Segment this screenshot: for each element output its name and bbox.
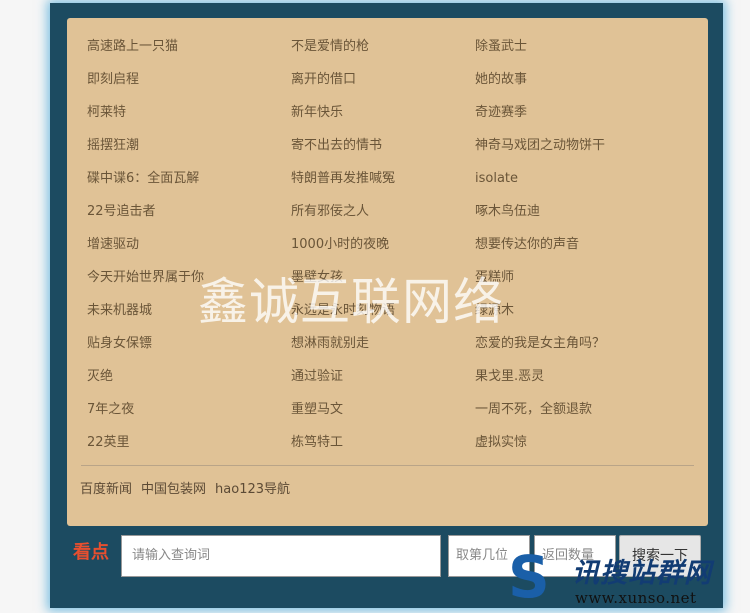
logo-name: 讯搜站群网 [572, 558, 712, 589]
site-logo: S 讯搜站群网 www.xunso.net [500, 545, 750, 613]
results-panel: 高速路上一只猫 不是爱情的枪 除蚤武士即刻启程 离开的借口 她的故事柯莱特 新年快乐 奇迹赛… [67, 18, 708, 526]
keyword-link[interactable]: 一周不死，全额退款 [475, 398, 655, 431]
keyword-link[interactable]: 22英里 [87, 431, 291, 464]
footer-link-packaging[interactable]: 中国包装网 [141, 479, 206, 501]
keyword-link[interactable]: isolate [475, 167, 655, 200]
keyword-link[interactable]: 果戈里.恶灵 [475, 365, 655, 398]
keyword-link[interactable]: 贴身女保镖 [87, 332, 291, 365]
divider [81, 465, 694, 466]
keyword-link[interactable]: 所有邪佞之人 [291, 200, 475, 233]
keyword-link[interactable]: 寄不出去的情书 [291, 134, 475, 167]
keyword-link[interactable]: 碟中谍6：全面瓦解 [87, 167, 291, 200]
keyword-link[interactable]: 她的故事 [475, 68, 655, 101]
footer-links: 百度新闻 中国包装网 hao123导航 [80, 479, 290, 501]
keyword-link[interactable]: 离开的借口 [291, 68, 475, 101]
keyword-link[interactable]: 永远是永时刻物语 [291, 299, 475, 332]
footer-link-baidu-news[interactable]: 百度新闻 [80, 479, 132, 501]
logo-url: www.xunso.net [575, 589, 697, 607]
keyword-link[interactable]: 7年之夜 [87, 398, 291, 431]
keyword-link[interactable]: 增速驱动 [87, 233, 291, 266]
keyword-link[interactable]: 新年快乐 [291, 101, 475, 134]
keyword-link[interactable]: 神奇马戏团之动物饼干 [475, 134, 655, 167]
keyword-link[interactable]: 摇摆狂潮 [87, 134, 291, 167]
logo-mark-icon: S [508, 543, 550, 611]
keyword-link[interactable]: 想淋雨就别走 [291, 332, 475, 365]
keyword-link[interactable]: 重塑马文 [291, 398, 475, 431]
keyword-link[interactable]: 柯莱特 [87, 101, 291, 134]
keyword-link[interactable]: 今天开始世界属于你 [87, 266, 291, 299]
keyword-link[interactable]: 墨壁女孩 [291, 266, 475, 299]
keyword-link[interactable]: 想要传达你的声音 [475, 233, 655, 266]
keyword-link[interactable]: 22号追击者 [87, 200, 291, 233]
keyword-link[interactable]: 高速路上一只猫 [87, 35, 291, 68]
keyword-link[interactable]: 啄木鸟伍迪 [475, 200, 655, 233]
keyword-link[interactable]: 灭绝 [87, 365, 291, 398]
keyword-link[interactable]: 1000小时的夜晚 [291, 233, 475, 266]
keyword-link[interactable]: 通过验证 [291, 365, 475, 398]
footer-link-hao123[interactable]: hao123导航 [215, 479, 290, 501]
keyword-link[interactable]: 未来机器城 [87, 299, 291, 332]
keyword-link[interactable]: 绿源木 [475, 299, 655, 332]
keyword-link[interactable]: 不是爱情的枪 [291, 35, 475, 68]
keyword-link[interactable]: 特朗普再发推喊冤 [291, 167, 475, 200]
keyword-link[interactable]: 即刻启程 [87, 68, 291, 101]
search-label: 看点 [73, 542, 109, 563]
keyword-link[interactable]: 除蚤武士 [475, 35, 655, 68]
keyword-link[interactable]: 栋笃特工 [291, 431, 475, 464]
keyword-grid: 高速路上一只猫 不是爱情的枪 除蚤武士即刻启程 离开的借口 她的故事柯莱特 新年快乐 奇迹赛… [87, 35, 655, 464]
keyword-link[interactable]: 奇迹赛季 [475, 101, 655, 134]
keyword-link[interactable]: 蛋糕师 [475, 266, 655, 299]
keyword-link[interactable]: 虚拟实惊 [475, 431, 655, 464]
keyword-link[interactable]: 恋爱的我是女主角吗？ [475, 332, 655, 365]
search-input[interactable]: 请输入查询词 [121, 535, 441, 577]
